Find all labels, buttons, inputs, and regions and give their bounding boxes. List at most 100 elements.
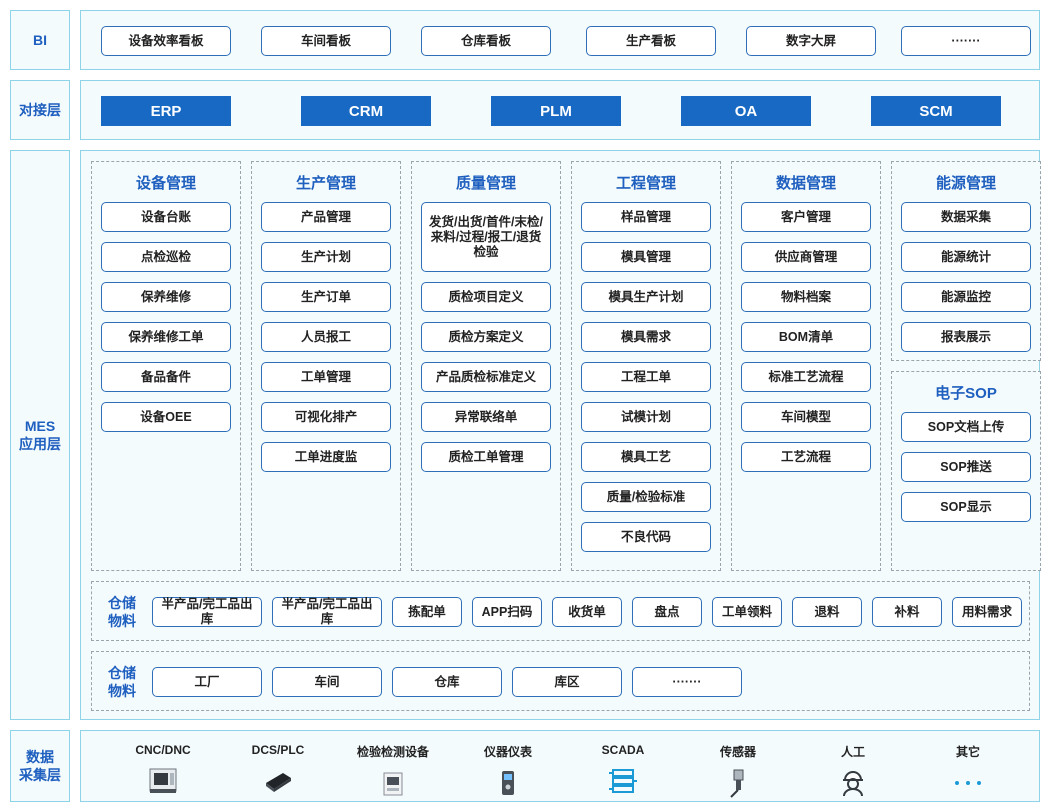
device-inspection[interactable]: 检验检测设备 — [338, 743, 448, 798]
warehouse-item[interactable]: 车间 — [272, 667, 382, 697]
module-item[interactable]: 保养维修工单 — [101, 322, 231, 352]
warehouse-item[interactable]: 用料需求 — [952, 597, 1022, 627]
warehouse-item[interactable]: 退料 — [792, 597, 862, 627]
layer-label-text: MES 应用层 — [19, 418, 61, 452]
module-item[interactable]: 质检工单管理 — [421, 442, 551, 472]
interface-item[interactable]: CRM — [301, 96, 431, 126]
module-item[interactable]: 工艺流程 — [741, 442, 871, 472]
layer-label-text: BI — [33, 32, 47, 48]
module-item[interactable]: 报表展示 — [901, 322, 1031, 352]
module-item[interactable]: 物料档案 — [741, 282, 871, 312]
row-label: 仓储 物料 — [108, 595, 136, 629]
module-item[interactable]: SOP文档上传 — [901, 412, 1031, 442]
bi-item[interactable]: 数字大屏 — [746, 26, 876, 56]
device-sensor[interactable]: 传感器 — [683, 743, 793, 798]
device-meter[interactable]: 仪器仪表 — [453, 743, 563, 798]
device-scada[interactable]: SCADA — [568, 743, 678, 795]
interface-item[interactable]: PLM — [491, 96, 621, 126]
module-item[interactable]: 工单进度监 — [261, 442, 391, 472]
layer-label-text: 数据 采集层 — [19, 749, 61, 783]
module-item[interactable]: BOM清单 — [741, 322, 871, 352]
interface-row: ERP CRM PLM OA SCM — [80, 80, 1040, 140]
module-item[interactable]: 异常联络单 — [421, 402, 551, 432]
warehouse-item[interactable]: APP扫码 — [472, 597, 542, 627]
module-item[interactable]: 模具管理 — [581, 242, 711, 272]
warehouse-item[interactable]: 库区 — [512, 667, 622, 697]
bi-item[interactable]: ······· — [901, 26, 1031, 56]
warehouse-item[interactable]: ······· — [632, 667, 742, 697]
warehouse-item[interactable]: 收货单 — [552, 597, 622, 627]
module-item[interactable]: 可视化排产 — [261, 402, 391, 432]
interface-item[interactable]: SCM — [871, 96, 1001, 126]
module-item[interactable]: 工程工单 — [581, 362, 711, 392]
module-item[interactable]: 产品质检标准定义 — [421, 362, 551, 392]
device-name: DCS/PLC — [251, 743, 305, 757]
device-manual[interactable]: 人工 — [798, 743, 908, 798]
module-item[interactable]: 生产订单 — [261, 282, 391, 312]
module-item[interactable]: 点检巡检 — [101, 242, 231, 272]
module-item[interactable]: 标准工艺流程 — [741, 362, 871, 392]
module-item[interactable]: 不良代码 — [581, 522, 711, 552]
interface-item[interactable]: ERP — [101, 96, 231, 126]
module-production: 生产管理 产品管理 生产计划 生产订单 人员报工 工单管理 可视化排产 工单进度… — [251, 161, 401, 571]
warehouse-item[interactable]: 补料 — [872, 597, 942, 627]
warehouse-item[interactable]: 半产品/完工品出库 — [152, 597, 262, 627]
more-dots-icon — [953, 768, 983, 798]
module-item[interactable]: 生产计划 — [261, 242, 391, 272]
module-item[interactable]: 供应商管理 — [741, 242, 871, 272]
module-item[interactable]: 能源监控 — [901, 282, 1031, 312]
bi-item[interactable]: 生产看板 — [586, 26, 716, 56]
bi-item[interactable]: 车间看板 — [261, 26, 391, 56]
module-item[interactable]: 设备台账 — [101, 202, 231, 232]
module-item[interactable]: 发货/出货/首件/末检/来料/过程/报工/退货检验 — [421, 202, 551, 272]
module-item[interactable]: 质量/检验标准 — [581, 482, 711, 512]
bi-item[interactable]: 设备效率看板 — [101, 26, 231, 56]
module-equipment: 设备管理 设备台账 点检巡检 保养维修 保养维修工单 备品备件 设备OEE — [91, 161, 241, 571]
module-item[interactable]: 试模计划 — [581, 402, 711, 432]
module-item[interactable]: 客户管理 — [741, 202, 871, 232]
module-item[interactable]: 产品管理 — [261, 202, 391, 232]
module-item[interactable]: 能源统计 — [901, 242, 1031, 272]
warehouse-item[interactable]: 工单领料 — [712, 597, 782, 627]
module-item[interactable]: 数据采集 — [901, 202, 1031, 232]
module-item[interactable]: SOP显示 — [901, 492, 1031, 522]
module-engineering: 工程管理 样品管理 模具管理 模具生产计划 模具需求 工程工单 试模计划 模具工… — [571, 161, 721, 571]
module-item[interactable]: 样品管理 — [581, 202, 711, 232]
module-item[interactable]: 备品备件 — [101, 362, 231, 392]
warehouse-item[interactable]: 盘点 — [632, 597, 702, 627]
warehouse-row-operations: 仓储 物料 半产品/完工品出库 半产品/完工品出库 拣配单 APP扫码 收货单 … — [91, 581, 1030, 641]
interface-item[interactable]: OA — [681, 96, 811, 126]
warehouse-item[interactable]: 仓库 — [392, 667, 502, 697]
device-name: CNC/DNC — [135, 743, 191, 757]
warehouse-item[interactable]: 工厂 — [152, 667, 262, 697]
bi-item[interactable]: 仓库看板 — [421, 26, 551, 56]
warehouse-item[interactable]: 拣配单 — [392, 597, 462, 627]
module-data: 数据管理 客户管理 供应商管理 物料档案 BOM清单 标准工艺流程 车间模型 工… — [731, 161, 881, 571]
module-item[interactable]: SOP推送 — [901, 452, 1031, 482]
layer-label-mes: MES 应用层 — [10, 150, 70, 720]
device-plc[interactable]: DCS/PLC — [223, 743, 333, 795]
cnc-machine-icon — [148, 765, 178, 795]
layer-label-acquisition: 数据 采集层 — [10, 730, 70, 802]
device-name: 其它 — [955, 745, 980, 759]
module-item[interactable]: 车间模型 — [741, 402, 871, 432]
module-item[interactable]: 模具生产计划 — [581, 282, 711, 312]
module-title: 工程管理 — [615, 175, 676, 192]
module-title: 设备管理 — [135, 175, 196, 192]
layer-label-text: 对接层 — [19, 102, 61, 118]
warehouse-item[interactable]: 半产品/完工品出库 — [272, 597, 382, 627]
sensor-icon — [723, 768, 753, 798]
device-other[interactable]: 其它 — [913, 743, 1023, 798]
module-quality: 质量管理 发货/出货/首件/末检/来料/过程/报工/退货检验 质检项目定义 质检… — [411, 161, 561, 571]
device-name: SCADA — [601, 743, 645, 757]
module-item[interactable]: 保养维修 — [101, 282, 231, 312]
module-item[interactable]: 人员报工 — [261, 322, 391, 352]
module-item[interactable]: 质检方案定义 — [421, 322, 551, 352]
device-cnc[interactable]: CNC/DNC — [108, 743, 218, 795]
module-item[interactable]: 模具需求 — [581, 322, 711, 352]
module-item[interactable]: 模具工艺 — [581, 442, 711, 472]
module-item[interactable]: 设备OEE — [101, 402, 231, 432]
plc-controller-icon — [263, 765, 293, 795]
module-item[interactable]: 工单管理 — [261, 362, 391, 392]
module-item[interactable]: 质检项目定义 — [421, 282, 551, 312]
